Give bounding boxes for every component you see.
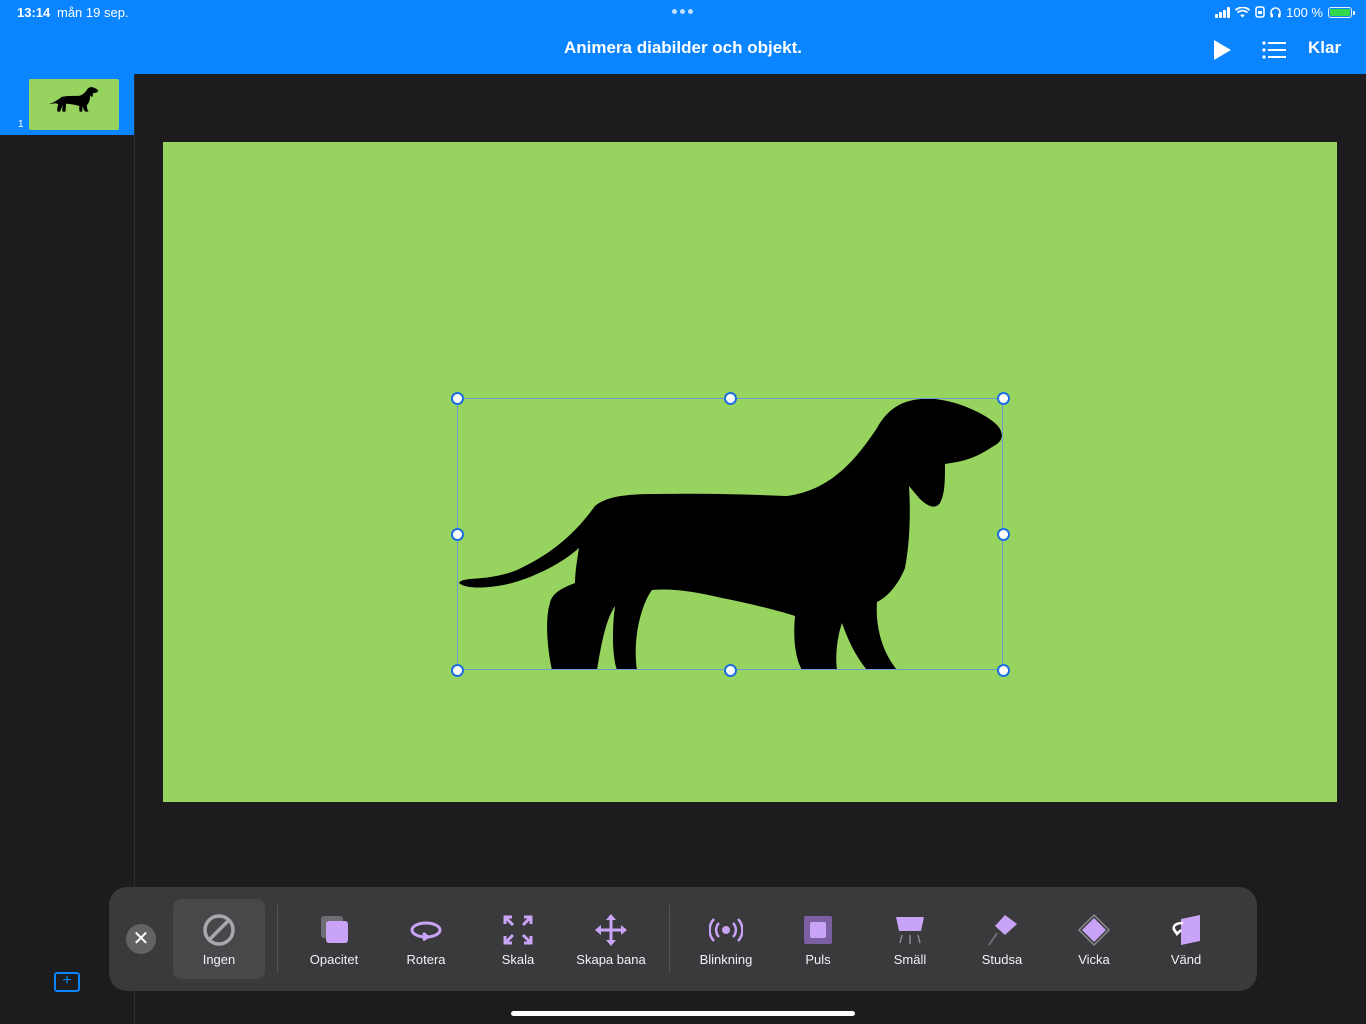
animation-blink-button[interactable]: Blinkning [681, 899, 771, 979]
resize-handle-bottom[interactable] [724, 664, 737, 677]
status-time: 13:14 [17, 5, 51, 20]
status-indicators: 100 % [1215, 4, 1355, 20]
wifi-icon [1235, 6, 1251, 17]
selection-box [457, 398, 1003, 670]
animation-rotate-button[interactable]: Rotera [381, 899, 471, 979]
resize-handle-bottom-left[interactable] [451, 664, 464, 677]
animation-label: Vicka [1078, 952, 1110, 967]
animation-label: Ingen [202, 952, 236, 967]
slide-thumbnail-image [29, 79, 119, 130]
flip-icon [1172, 915, 1200, 945]
animation-label: Studsa [981, 952, 1023, 967]
battery-percent: 100 % [1286, 4, 1323, 20]
slide-canvas[interactable] [163, 142, 1337, 802]
jiggle-icon [1077, 913, 1111, 947]
play-button[interactable] [1208, 36, 1236, 64]
animation-label: Vänd [1170, 952, 1202, 967]
opacity-icon [321, 916, 348, 943]
create-path-icon [595, 914, 627, 946]
top-bar: 13:14 mån 19 sep. 100 % Animera diabilde… [0, 0, 1366, 74]
done-button[interactable]: Klar [1308, 38, 1341, 58]
animation-label: Smäll [893, 952, 927, 967]
outline-view-icon[interactable] [1260, 36, 1288, 64]
divider [669, 905, 670, 973]
animation-label: Blinkning [699, 952, 753, 967]
animation-label: Rotera [406, 952, 446, 967]
lock-rotation-icon [1255, 6, 1265, 18]
resize-handle-top-right[interactable] [997, 392, 1010, 405]
resize-handle-top[interactable] [724, 392, 737, 405]
pulse-icon [804, 916, 832, 944]
status-date: mån 19 sep. [57, 5, 129, 20]
none-icon [203, 914, 235, 946]
battery-icon [1328, 6, 1355, 18]
slide-thumbnail[interactable]: 1 [0, 74, 134, 135]
resize-handle-left[interactable] [451, 528, 464, 541]
slide-number: 1 [18, 119, 24, 130]
divider [277, 905, 278, 973]
document-title: Animera diabilder och objekt. [563, 38, 803, 57]
pop-icon [896, 917, 924, 944]
headphones-icon [1270, 6, 1281, 17]
resize-handle-bottom-right[interactable] [997, 664, 1010, 677]
rotate-icon [410, 921, 442, 942]
animation-pulse-button[interactable]: Puls [773, 899, 863, 979]
resize-handle-right[interactable] [997, 528, 1010, 541]
animation-jiggle-button[interactable]: Vicka [1049, 899, 1139, 979]
cellular-signal-icon [1215, 6, 1231, 18]
animation-label: Opacitet [309, 952, 359, 967]
scale-icon [503, 915, 533, 945]
animation-none-button[interactable]: Ingen [173, 899, 265, 979]
slide-navigator: 1 + [0, 74, 135, 1024]
animation-pop-button[interactable]: Smäll [865, 899, 955, 979]
home-indicator[interactable] [511, 1011, 855, 1016]
close-icon[interactable]: ✕ [126, 924, 156, 954]
animation-label: Skala [501, 952, 535, 967]
animation-bounce-button[interactable]: Studsa [957, 899, 1047, 979]
selected-image[interactable] [451, 392, 1010, 677]
add-slide-button[interactable]: + [54, 972, 80, 992]
animation-flip-button[interactable]: Vänd [1141, 899, 1231, 979]
resize-handle-top-left[interactable] [451, 392, 464, 405]
animation-create-path-button[interactable]: Skapa bana [565, 899, 657, 979]
animation-label: Puls [805, 952, 831, 967]
animation-opacity-button[interactable]: Opacitet [289, 899, 379, 979]
animation-toolbar: ✕ Ingen Opacitet Rotera Skala Skapa bana… [109, 887, 1257, 991]
blink-icon [709, 918, 743, 942]
animation-scale-button[interactable]: Skala [473, 899, 563, 979]
animation-label: Skapa bana [576, 952, 646, 967]
bounce-icon [988, 915, 1017, 946]
multitasking-dots-icon[interactable] [672, 9, 694, 15]
